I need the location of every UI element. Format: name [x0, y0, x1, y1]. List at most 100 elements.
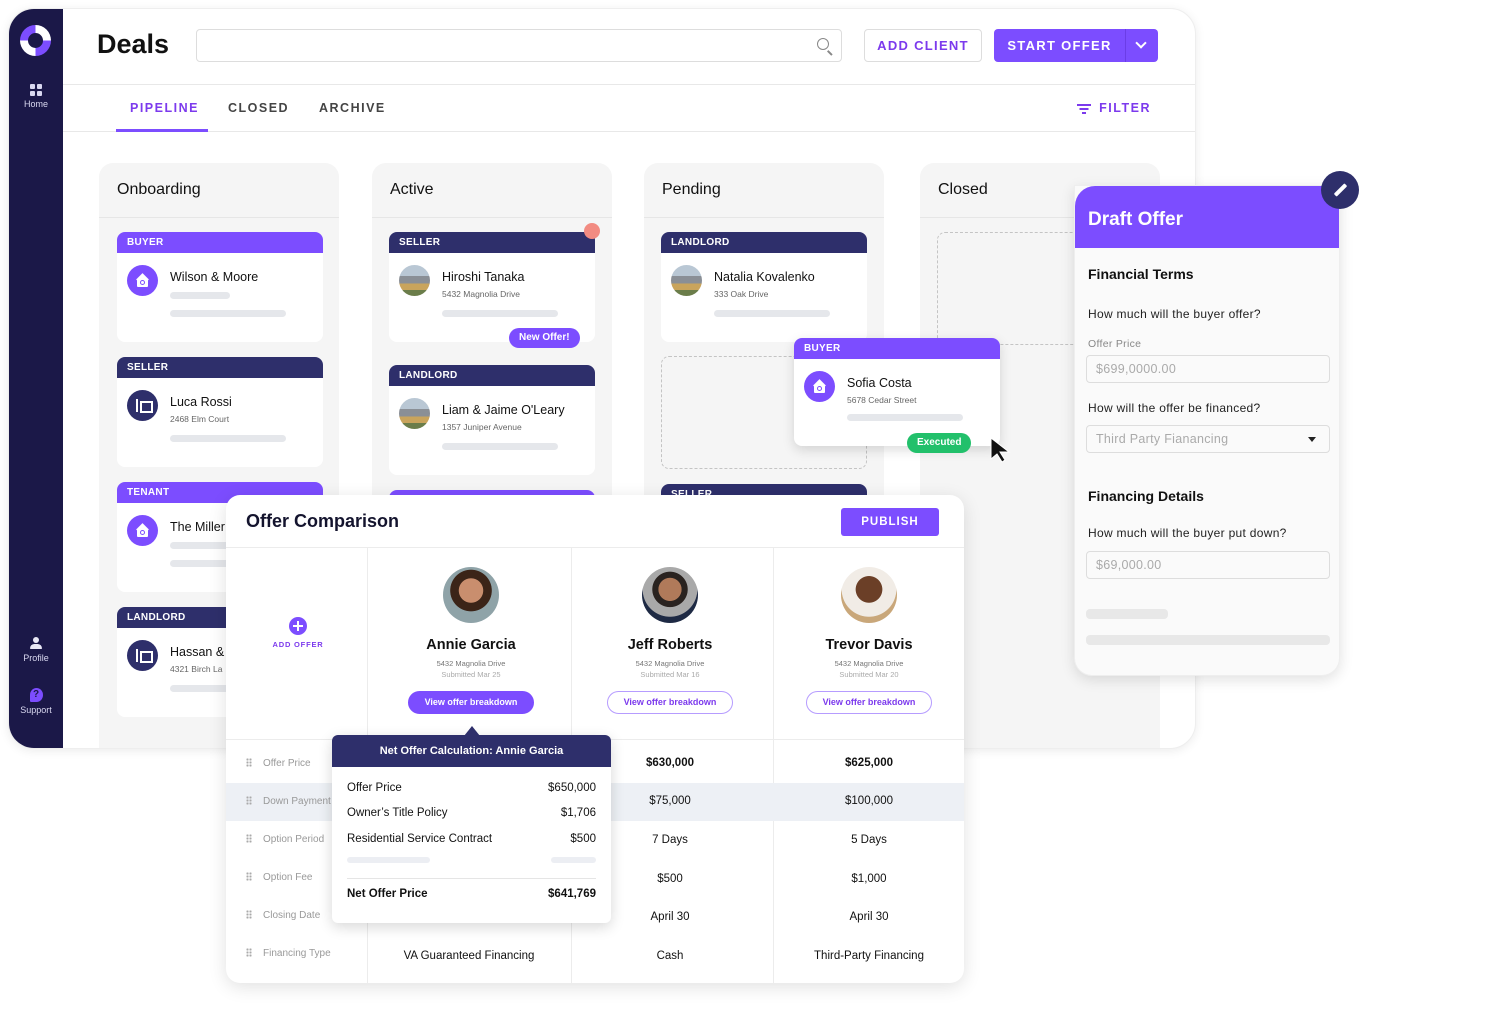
dragging-deal-card[interactable]: BUYER Sofia Costa 5678 Cedar Street Exec…	[794, 338, 1000, 453]
card-name: Luca Rossi	[170, 395, 232, 409]
sidebar: Home Profile ? Support	[9, 9, 63, 748]
table-cell: Cash	[656, 950, 684, 962]
bidder-name: Jeff Roberts	[627, 637, 713, 653]
table-cell: 5 Days	[851, 834, 887, 846]
skeleton-line	[1086, 635, 1330, 645]
active-tab-indicator	[116, 129, 208, 132]
deal-card[interactable]: LANDLORD Liam & Jaime O'Leary 1357 Junip…	[389, 365, 595, 475]
add-client-button[interactable]: ADD CLIENT	[864, 29, 982, 62]
logo[interactable]	[20, 25, 51, 56]
deal-card[interactable]: SELLER Hiroshi Tanaka 5432 Magnolia Driv…	[389, 223, 600, 348]
skeleton-line	[347, 857, 430, 863]
column-title: Pending	[662, 181, 721, 198]
sidebar-item-home[interactable]: Home	[9, 84, 63, 109]
bidder-submitted: Submitted Mar 25	[441, 670, 501, 679]
offer-price-input[interactable]: $699,0000.00	[1086, 355, 1330, 383]
edit-button[interactable]	[1321, 171, 1359, 209]
skeleton-line	[1086, 609, 1168, 619]
draft-offer-title: Draft Offer	[1075, 186, 1339, 248]
view-offer-breakdown-button[interactable]: View offer breakdown	[607, 691, 733, 714]
row-label[interactable]: Closing Date	[246, 910, 320, 921]
net-offer-total: Net Offer Price $641,769	[347, 888, 596, 900]
grid-icon	[30, 84, 42, 96]
house-search-icon	[136, 274, 149, 287]
add-offer-label: ADD OFFER	[272, 640, 324, 649]
net-offer-tooltip: Net Offer Calculation: Annie Garcia Offe…	[332, 726, 611, 923]
row-label[interactable]: Offer Price	[246, 758, 311, 769]
filter-label: FILTER	[1099, 101, 1151, 115]
table-cell: $100,000	[845, 795, 893, 807]
card-type: BUYER	[117, 232, 323, 253]
drag-handle-icon[interactable]	[246, 758, 252, 767]
down-payment-input[interactable]: $69,000.00	[1086, 551, 1330, 579]
card-name: Sofia Costa	[847, 376, 912, 390]
tab-closed[interactable]: CLOSED	[228, 101, 289, 115]
sidebar-item-label: Support	[20, 705, 52, 715]
bidder-avatar	[642, 567, 698, 623]
table-cell: Third-Party Financing	[814, 950, 924, 962]
divider	[644, 217, 884, 218]
top-bar: Deals ADD CLIENT START OFFER	[63, 9, 1195, 85]
sidebar-item-support[interactable]: ? Support	[9, 688, 63, 715]
notification-dot	[584, 223, 600, 239]
column-title: Active	[390, 181, 434, 198]
search-icon[interactable]	[817, 38, 829, 50]
bidder-avatar	[841, 567, 897, 623]
row-label[interactable]: Option Period	[246, 834, 324, 845]
financial-terms-heading: Financial Terms	[1088, 266, 1194, 282]
row-label[interactable]: Financing Type	[246, 948, 331, 959]
drag-handle-icon[interactable]	[246, 910, 252, 919]
deal-card[interactable]: LANDLORD Natalia Kovalenko 333 Oak Drive	[661, 232, 867, 342]
view-offer-breakdown-button[interactable]: View offer breakdown	[806, 691, 932, 714]
financing-select[interactable]: Third Party Fianancing	[1086, 425, 1330, 453]
tenant-avatar	[127, 515, 158, 546]
tab-bar: PIPELINE CLOSED ARCHIVE FILTER	[63, 85, 1195, 132]
deal-card[interactable]: BUYER Wilson & Moore	[117, 232, 323, 342]
bidder-address: 5432 Magnolia Drive	[834, 659, 904, 668]
divider	[372, 217, 612, 218]
card-name: Natalia Kovalenko	[714, 270, 815, 284]
financing-question: How will the offer be financed?	[1088, 401, 1261, 415]
new-offer-badge[interactable]: New Offer!	[509, 328, 580, 348]
bidder-column: Jeff Roberts 5432 Magnolia Drive Submitt…	[570, 567, 770, 714]
search-input[interactable]	[196, 29, 842, 62]
sidebar-item-profile[interactable]: Profile	[9, 637, 63, 663]
drag-handle-icon[interactable]	[246, 872, 252, 881]
drag-handle-icon[interactable]	[246, 948, 252, 957]
buyer-avatar	[804, 371, 835, 402]
skeleton-line	[714, 310, 830, 317]
bidder-submitted: Submitted Mar 20	[839, 670, 899, 679]
bidder-address: 5432 Magnolia Drive	[635, 659, 705, 668]
view-offer-breakdown-button[interactable]: View offer breakdown	[408, 691, 534, 714]
skeleton-line	[170, 310, 286, 317]
house-search-icon	[813, 380, 826, 393]
bidder-name: Annie Garcia	[426, 637, 516, 653]
tab-pipeline[interactable]: PIPELINE	[130, 101, 199, 115]
card-type: SELLER	[389, 232, 595, 253]
card-type: BUYER	[794, 338, 1000, 359]
drag-handle-icon[interactable]	[246, 834, 252, 843]
row-label[interactable]: Option Fee	[246, 872, 312, 883]
publish-button[interactable]: PUBLISH	[841, 508, 939, 536]
skeleton-line	[170, 435, 286, 442]
card-name: Liam & Jaime O'Leary	[442, 403, 565, 417]
offer-question: How much will the buyer offer?	[1088, 307, 1261, 321]
filter-button[interactable]: FILTER	[1077, 101, 1151, 115]
add-offer-button[interactable]: ADD OFFER	[270, 617, 326, 649]
drag-handle-icon[interactable]	[246, 796, 252, 805]
net-offer-line: Offer Price $650,000	[347, 782, 596, 794]
card-address: 1357 Juniper Avenue	[442, 422, 522, 432]
bidder-name: Trevor Davis	[825, 637, 913, 653]
landlord-avatar	[127, 640, 158, 671]
sidebar-item-label: Profile	[23, 653, 49, 663]
row-label[interactable]: Down Payment	[246, 796, 331, 807]
skeleton-line	[847, 414, 963, 421]
deal-card[interactable]: SELLER Luca Rossi 2468 Elm Court	[117, 357, 323, 467]
property-photo	[399, 265, 430, 296]
start-offer-button[interactable]: START OFFER	[994, 29, 1158, 62]
column-title: Closed	[938, 181, 988, 198]
financing-details-heading: Financing Details	[1088, 488, 1204, 504]
help-icon: ?	[29, 688, 43, 702]
tab-archive[interactable]: ARCHIVE	[319, 101, 386, 115]
start-offer-dropdown[interactable]	[1125, 29, 1158, 62]
